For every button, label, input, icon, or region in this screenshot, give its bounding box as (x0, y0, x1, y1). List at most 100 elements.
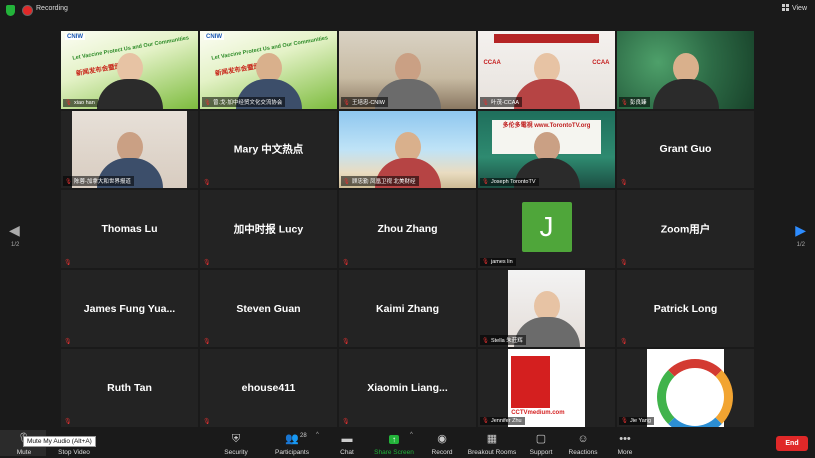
shield-icon: ⛨ (231, 433, 241, 445)
participant-name: Steven Guan (236, 302, 301, 315)
support-button[interactable]: ▢ Support (526, 432, 556, 456)
participant-label-text: xiao han (73, 99, 95, 106)
participant-tile[interactable]: Patrick Long 🎙 (617, 269, 754, 348)
participant-tile[interactable]: Grant Guo 🎙 (617, 110, 754, 189)
security-shield-icon[interactable] (6, 5, 15, 16)
breakout-rooms-button[interactable]: ▦ Breakout Rooms (466, 432, 518, 456)
participant-name: Zhou Zhang (377, 222, 438, 235)
participant-video: CCTVmedium.com (508, 349, 585, 427)
participant-name: James Fung Yua... (83, 302, 176, 315)
page-indicator-left: 1/2 (11, 242, 20, 248)
muted-microphone-icon: 🎙 (620, 339, 628, 346)
participant-tile[interactable]: 🎙 Jie Yang (617, 349, 754, 427)
reactions-label: Reactions (568, 449, 598, 456)
muted-microphone-icon: 🎙 (65, 179, 72, 186)
participant-tile[interactable]: 🎙 彭良臻 (617, 31, 754, 109)
more-dots-icon: ••• (619, 433, 631, 445)
participant-name-label: 🎙 曾.戈-加中经贸文化交流协会 (202, 96, 286, 107)
more-button[interactable]: ••• More (612, 432, 638, 456)
participant-silhouette (513, 52, 580, 109)
participant-tile[interactable]: 🎙 王培忠-CNIW (339, 31, 476, 109)
chat-bubble-icon: ▬ (341, 433, 353, 445)
participant-label-text: Joseph TorontoTV (490, 179, 536, 186)
participant-name: Mary 中文热点 (233, 143, 304, 156)
support-label: Support (529, 449, 553, 456)
end-meeting-button[interactable]: End (776, 436, 808, 451)
participant-name: Ruth Tan (107, 382, 152, 395)
participant-tile[interactable]: J 🎙 james lin (478, 190, 615, 268)
muted-microphone-icon: 🎙 (621, 99, 628, 106)
participant-name-label: 🎙 Jie Yang (619, 416, 654, 425)
participant-tile[interactable]: 多伦多電視 www.TorontoTV.org 🎙 Joseph TorontoTV (478, 110, 615, 189)
participant-label-text: 叶茂-CCAA (490, 99, 520, 106)
participant-name-label: 🎙 james lin (480, 257, 516, 266)
participant-label-text: 陈蓉-加拿大和世界报道 (73, 179, 131, 186)
muted-microphone-icon: 🎙 (620, 180, 628, 187)
participant-name: Kaimi Zhang (375, 302, 439, 315)
participant-name: Xiaomin Liang... (367, 382, 448, 395)
muted-microphone-icon: 🎙 (482, 258, 489, 265)
participant-tile[interactable]: Mary 中文热点 🎙 (200, 110, 337, 189)
participant-tile[interactable]: CCTVmedium.com 🎙 Jennifer Zhu (478, 349, 615, 427)
participant-tile[interactable]: 加中时报 Lucy 🎙 (200, 190, 337, 268)
participant-tile[interactable]: ehouse411 🎙 (200, 349, 337, 427)
participant-name: Thomas Lu (101, 222, 158, 235)
view-button[interactable]: View (781, 4, 807, 12)
participant-label-text: 王培忠-CNIW (351, 99, 385, 106)
record-button[interactable]: ◉ Record (428, 432, 456, 456)
participant-name: 加中时报 Lucy (233, 223, 304, 236)
cctv-logo-block (511, 355, 550, 409)
caret-up-icon: ^ (410, 432, 413, 438)
participant-name-label: 🎙 Stella 朱莊辉 (480, 335, 526, 346)
participant-tile[interactable]: Steven Guan 🎙 (200, 269, 337, 348)
page-indicator-right: 1/2 (796, 242, 805, 248)
participant-tile[interactable]: 🎙 Stella 朱莊辉 (478, 269, 615, 348)
participant-tile[interactable]: James Fung Yua... 🎙 (61, 269, 198, 348)
chat-button[interactable]: ▬ Chat (334, 432, 360, 456)
previous-page-arrow-icon[interactable]: ◀ (9, 222, 20, 239)
more-label: More (617, 449, 633, 456)
chat-label: Chat (340, 449, 354, 456)
breakout-rooms-label: Breakout Rooms (467, 449, 517, 456)
participants-button[interactable]: 👥 28 Participants (268, 432, 316, 456)
participant-name-label: 🎙 xiao han (63, 98, 98, 107)
participant-video (647, 349, 733, 427)
smiley-plus-icon: ☺ (577, 433, 589, 445)
participant-tile[interactable]: Thomas Lu 🎙 (61, 190, 198, 268)
gallery-grid: CNIW Let Vaccine Protect Us and Our Commu… (61, 31, 754, 427)
participant-tile[interactable]: Xiaomin Liang... 🎙 (339, 349, 476, 427)
participant-tile[interactable]: CNIW Let Vaccine Protect Us and Our Commu… (200, 31, 337, 109)
participant-tile[interactable]: 🎙 顾忠勤 凤凰卫视 北美财经 (339, 110, 476, 189)
muted-microphone-icon: 🎙 (64, 259, 72, 266)
ccaa-banner-header (494, 34, 599, 44)
participant-label-text: 曾.戈-加中经贸文化交流协会 (212, 99, 283, 106)
muted-microphone-icon: 🎙 (342, 418, 350, 425)
grid-view-icon (781, 4, 789, 11)
reactions-button[interactable]: ☺ Reactions (566, 432, 600, 456)
security-button[interactable]: ⛨ Security (218, 432, 254, 456)
participant-name: Patrick Long (653, 302, 718, 315)
muted-microphone-icon: 🎙 (620, 259, 628, 266)
support-icon: ▢ (535, 433, 547, 445)
breakout-rooms-icon: ▦ (486, 433, 498, 445)
participant-tile[interactable]: Zoom用户 🎙 (617, 190, 754, 268)
participant-tile[interactable]: CCAA CCAA 🎙 叶茂-CCAA (478, 31, 615, 109)
participant-name: Zoom用户 (660, 223, 711, 236)
participants-label: Participants (275, 449, 309, 456)
participant-tile[interactable]: CNIW Let Vaccine Protect Us and Our Commu… (61, 31, 198, 109)
security-label: Security (224, 449, 248, 456)
participant-video: CNIW Let Vaccine Protect Us and Our Commu… (61, 31, 198, 109)
participant-tile[interactable]: Zhou Zhang 🎙 (339, 190, 476, 268)
participant-tile[interactable]: 🎙 陈蓉-加拿大和世界报道 (61, 110, 198, 189)
participant-name-label: 🎙 顾忠勤 凤凰卫视 北美财经 (341, 176, 419, 187)
participant-label-text: 顾忠勤 凤凰卫视 北美财经 (351, 179, 416, 186)
participant-tile[interactable]: Kaimi Zhang 🎙 (339, 269, 476, 348)
participant-tile[interactable]: Ruth Tan 🎙 (61, 349, 198, 427)
participant-name-label: 🎙 Jennifer Zhu (480, 416, 525, 425)
recording-label: Recording (36, 5, 68, 12)
participant-name-label: 🎙 彭良臻 (619, 96, 650, 107)
muted-microphone-icon: 🎙 (621, 417, 628, 424)
cniw-logo: CNIW (65, 34, 85, 40)
muted-microphone-icon: 🎙 (65, 99, 72, 106)
next-page-arrow-icon[interactable]: ▶ (795, 222, 806, 239)
